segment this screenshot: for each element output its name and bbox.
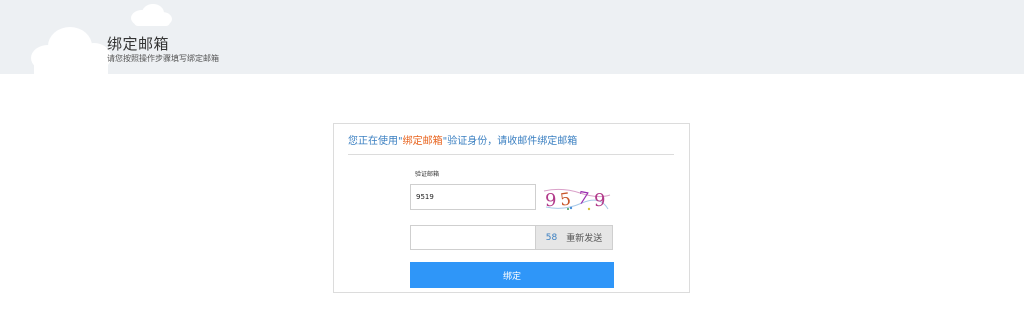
captcha-image[interactable]: 9 5 7 9 [542, 183, 612, 213]
page-header: 绑定邮箱 请您按照操作步骤填写绑定邮箱 [0, 0, 1024, 74]
svg-text:7: 7 [576, 188, 590, 210]
notice-method-highlight: 绑定邮箱 [402, 136, 443, 147]
verify-email-label: 验证邮箱 [415, 171, 440, 178]
bind-button[interactable]: 绑定 [410, 262, 614, 288]
resend-label: 重新发送 [566, 234, 603, 244]
cloud-decoration-large [31, 27, 111, 74]
notice-prefix: 您正在使用" [348, 136, 403, 147]
email-code-input[interactable] [410, 225, 536, 250]
verification-notice: 您正在使用"绑定邮箱"验证身份，请收邮件绑定邮箱 [348, 132, 577, 147]
resend-code-button[interactable]: 58 重新发送 [536, 225, 613, 250]
page-title: 绑定邮箱 [107, 35, 170, 53]
card-divider [348, 154, 674, 155]
resend-countdown: 58 [545, 232, 558, 243]
svg-text:9: 9 [545, 190, 556, 211]
page-subtitle: 请您按照操作步骤填写绑定邮箱 [107, 54, 219, 63]
svg-text:9: 9 [594, 190, 605, 211]
notice-suffix: "验证身份，请收邮件绑定邮箱 [442, 136, 578, 147]
captcha-input[interactable] [410, 184, 536, 210]
cloud-decoration-small [131, 4, 172, 26]
